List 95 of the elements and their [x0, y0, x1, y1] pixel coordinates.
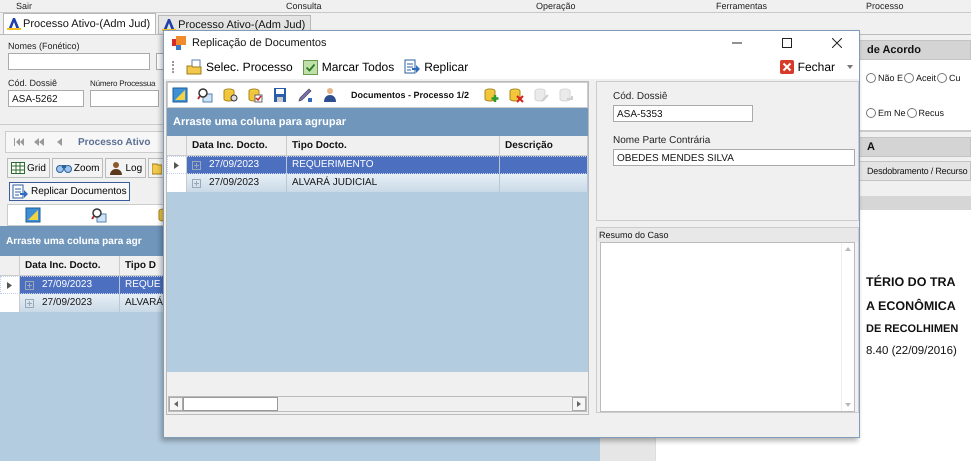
- ruler-icon: [172, 87, 188, 103]
- document-line: 8.40 (22/09/2016): [866, 345, 958, 357]
- toolbar-button[interactable]: Selec. Processo: [186, 59, 293, 75]
- radio-option[interactable]: Cu: [937, 72, 961, 82]
- replicate-documents-button[interactable]: Replicar Documentos: [9, 182, 130, 201]
- folder-document-icon: [186, 59, 202, 75]
- toolbar-icon-button[interactable]: [197, 87, 213, 103]
- column-header[interactable]: Tipo Docto.: [287, 136, 500, 155]
- grid-row[interactable]: 27/09/2023 REQUERIMENTO: [167, 156, 588, 174]
- toolbar-button[interactable]: Log: [105, 158, 146, 178]
- cylinder-plus-icon: [483, 87, 500, 103]
- table-icon: [11, 162, 25, 174]
- checkbox-icon: [302, 60, 318, 74]
- cylinder-x-icon: [508, 87, 524, 103]
- person-icon: [109, 161, 124, 175]
- right-arrow-icon: [577, 401, 581, 407]
- radio-option[interactable]: Em Ne: [866, 108, 906, 118]
- radio-option[interactable]: Não E: [866, 72, 904, 82]
- previous-page-icon[interactable]: [34, 138, 44, 146]
- cylinder-magnifier-icon: [222, 87, 238, 103]
- scroll-up-icon[interactable]: [845, 247, 851, 251]
- document-arrow-icon: [404, 59, 420, 75]
- scroll-down-icon[interactable]: [845, 403, 851, 407]
- menu-item[interactable]: Processo: [866, 0, 904, 12]
- expand-icon[interactable]: [25, 298, 34, 308]
- field-label: Nomes (Fonético): [8, 41, 80, 51]
- left-arrow-icon: [174, 401, 178, 407]
- row-pointer-icon: [7, 282, 12, 288]
- field-label: Cód. Dossiê: [613, 91, 668, 102]
- menu-item[interactable]: Ferramentas: [716, 0, 768, 12]
- close-icon: [780, 60, 794, 74]
- radio-option[interactable]: Aceit: [904, 72, 936, 82]
- column-header[interactable]: Descrição: [500, 136, 588, 155]
- grid-row[interactable]: 27/09/2023 ALVARÁ JUDICIAL: [167, 174, 588, 192]
- group-hint: Arraste uma coluna para agrupar: [173, 116, 346, 128]
- cylinder-pencil-icon: [533, 87, 550, 103]
- ruler-icon: [25, 207, 41, 223]
- toolbar-icon-button[interactable]: [172, 87, 188, 103]
- menu-item[interactable]: Consulta: [286, 0, 322, 12]
- column-header[interactable]: Data Inc. Docto.: [187, 136, 287, 155]
- toolbar-icon-button[interactable]: [272, 87, 288, 103]
- toolbar-button[interactable]: Zoom: [52, 158, 104, 178]
- menu-item[interactable]: Operação: [536, 0, 576, 12]
- document-line: DE RECOLHIMEN: [866, 323, 960, 335]
- magnifier-icon: [197, 87, 213, 103]
- document-line: A ECONÔMICA: [866, 299, 957, 313]
- app-logo-icon: [172, 36, 186, 50]
- pen-icon: [297, 87, 313, 103]
- document-arrow-icon: [12, 184, 28, 200]
- row-indicator[interactable]: [0, 276, 20, 294]
- row-pointer-icon: [174, 162, 179, 168]
- grid-title: Documentos - Processo 1/2: [350, 90, 470, 100]
- caret-icon[interactable]: [847, 65, 853, 69]
- maximize-icon: [782, 38, 792, 48]
- navigator-title: Processo Ativo: [77, 136, 150, 148]
- toolbar-icon-button[interactable]: [222, 87, 238, 103]
- window-title: Replicação de Documentos: [192, 37, 328, 49]
- menu-item[interactable]: Sair: [16, 0, 32, 12]
- scroll-left-button[interactable]: [169, 397, 183, 411]
- toolbar-icon-button[interactable]: [297, 87, 313, 103]
- toolbar-icon-button[interactable]: [322, 87, 338, 103]
- radio-option[interactable]: Recus: [906, 108, 944, 118]
- expand-icon[interactable]: [192, 160, 201, 170]
- field-label: Número Processua: [90, 79, 156, 88]
- scroll-right-button[interactable]: [572, 397, 586, 411]
- column-header[interactable]: Data Inc. Docto.: [20, 256, 120, 275]
- case-summary-field[interactable]: [600, 242, 855, 412]
- process-number-field[interactable]: [90, 90, 159, 107]
- expand-icon[interactable]: [192, 178, 201, 188]
- document-tab[interactable]: Processo Ativo-(Adm Jud): [3, 13, 156, 34]
- group-hint: Arraste uma coluna para agr: [6, 236, 142, 246]
- binoculars-icon: [56, 162, 72, 174]
- panel-header: Resumo do Caso: [597, 228, 858, 242]
- cylinder-arrow-icon: [558, 87, 574, 103]
- expand-icon[interactable]: [25, 280, 34, 290]
- field-label: Cód. Dossiê: [8, 78, 58, 88]
- toolbar-button[interactable]: Grid: [7, 158, 50, 178]
- dossier-field[interactable]: ASA-5353: [613, 105, 753, 122]
- letter-logo-icon: [7, 17, 21, 31]
- cylinder-checkbox-icon: [247, 87, 263, 103]
- close-action-button[interactable]: Fechar: [780, 60, 835, 74]
- person-icon: [322, 87, 338, 103]
- row-indicator[interactable]: [167, 156, 187, 174]
- dossier-field[interactable]: ASA-5262: [8, 90, 84, 107]
- field-label: Nome Parte Contrária: [613, 135, 710, 146]
- document-line: TÉRIO DO TRA: [866, 275, 957, 289]
- magnifier-icon: [91, 207, 107, 223]
- first-record-icon[interactable]: [14, 138, 24, 146]
- horizontal-scrollbar[interactable]: [168, 396, 587, 412]
- opposing-party-field[interactable]: OBEDES MENDES SILVA: [613, 149, 855, 166]
- toolbar-button[interactable]: Marcar Todos: [302, 60, 394, 74]
- close-icon: [832, 38, 842, 48]
- toolbar-icon-button[interactable]: [247, 87, 263, 103]
- names-field[interactable]: [8, 53, 150, 70]
- toolbar-button[interactable]: Replicar: [404, 59, 468, 75]
